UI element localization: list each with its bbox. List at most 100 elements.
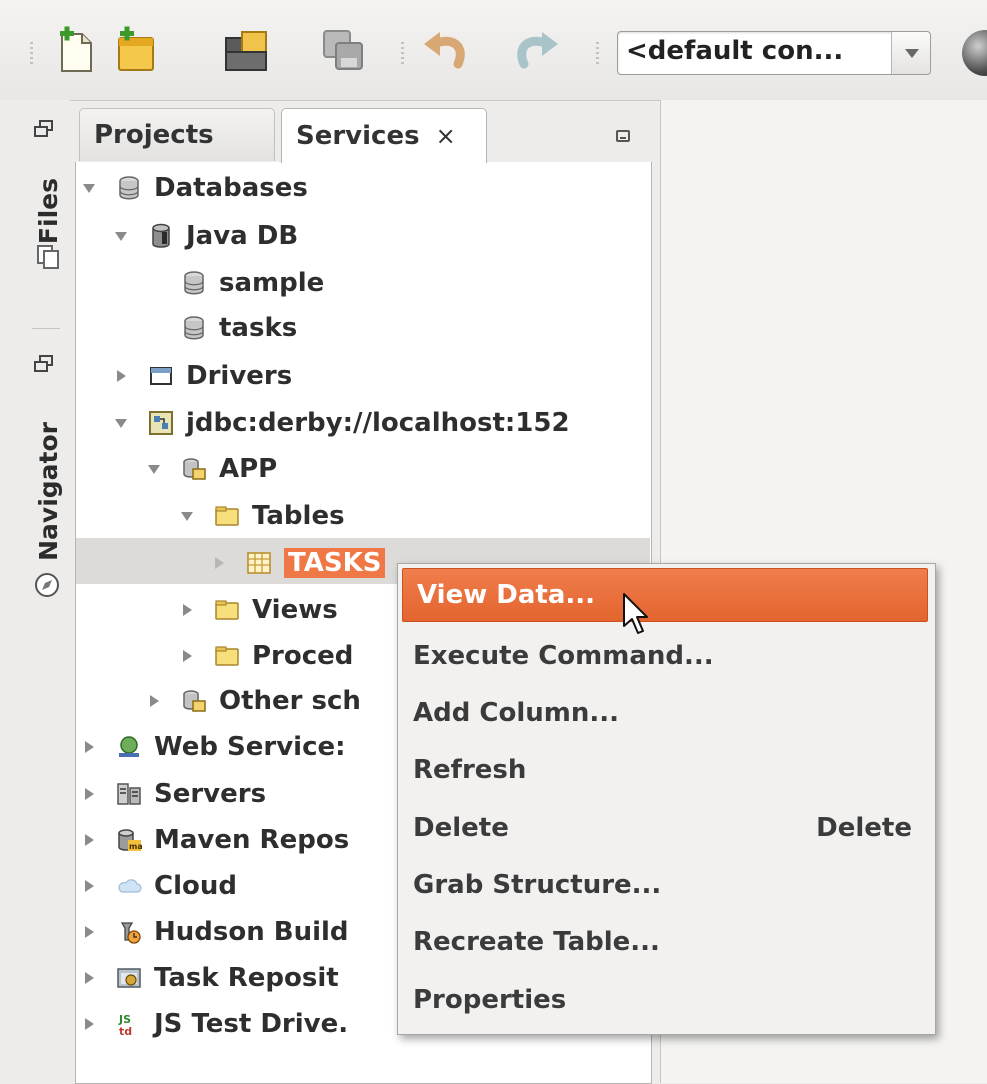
toolbar-grip[interactable] bbox=[596, 42, 599, 64]
main-toolbar: <default con... bbox=[0, 0, 987, 101]
menu-item-label: Execute Command... bbox=[413, 641, 714, 671]
restore-window-icon[interactable] bbox=[34, 120, 54, 138]
files-tab[interactable]: Files bbox=[34, 178, 63, 245]
expand-toggle[interactable] bbox=[114, 229, 128, 243]
tree-node-drivers[interactable]: Drivers bbox=[114, 353, 292, 399]
new-file-button[interactable] bbox=[50, 26, 100, 76]
tree-node-other-schemas[interactable]: Other sch bbox=[147, 678, 361, 724]
tree-node-label: Views bbox=[252, 595, 338, 625]
menu-item-add-column[interactable]: Add Column... bbox=[399, 684, 932, 742]
navigator-tab[interactable]: Navigator bbox=[34, 422, 63, 561]
tree-node-jdbc-connection[interactable]: jdbc:derby://localhost:152 bbox=[114, 400, 570, 446]
tab-services[interactable]: Services × bbox=[281, 108, 487, 163]
menu-item-label: View Data... bbox=[417, 580, 596, 610]
expand-toggle[interactable] bbox=[82, 787, 96, 801]
menu-item-label: Refresh bbox=[413, 755, 527, 785]
compass-icon bbox=[35, 573, 59, 597]
tree-node-views[interactable]: Views bbox=[180, 587, 338, 633]
new-project-button[interactable] bbox=[110, 26, 160, 76]
tree-node-web-services[interactable]: Web Service: bbox=[82, 724, 346, 770]
expand-toggle[interactable] bbox=[82, 833, 96, 847]
files-icon bbox=[37, 245, 59, 269]
expand-toggle[interactable] bbox=[212, 556, 226, 570]
tree-node-tables[interactable]: Tables bbox=[180, 493, 345, 539]
files-tab-label: Files bbox=[34, 178, 63, 245]
tree-node-tasks-table[interactable]: TASKS bbox=[212, 540, 386, 586]
expand-toggle[interactable] bbox=[114, 416, 128, 430]
expand-toggle[interactable] bbox=[82, 925, 96, 939]
chevron-down-icon[interactable] bbox=[891, 32, 930, 74]
undo-button[interactable] bbox=[420, 26, 470, 76]
menu-item-refresh[interactable]: Refresh bbox=[399, 741, 932, 799]
folder-icon bbox=[215, 646, 239, 666]
tree-node-label: Servers bbox=[154, 779, 267, 809]
tree-node-maven-repos[interactable]: ma Maven Repos bbox=[82, 817, 349, 863]
configuration-value: <default con... bbox=[626, 36, 844, 66]
tree-node-label: Proced bbox=[252, 641, 354, 671]
expand-toggle[interactable] bbox=[180, 649, 194, 663]
expand-toggle[interactable] bbox=[82, 1017, 96, 1031]
tree-node-sample[interactable]: sample bbox=[147, 260, 324, 306]
tree-node-servers[interactable]: Servers bbox=[82, 771, 266, 817]
expand-toggle[interactable] bbox=[114, 369, 128, 383]
expand-toggle[interactable] bbox=[82, 181, 96, 195]
expand-toggle[interactable] bbox=[82, 879, 96, 893]
restore-window-icon[interactable] bbox=[34, 355, 54, 373]
schema-icon bbox=[183, 458, 206, 480]
expand-toggle[interactable] bbox=[147, 462, 161, 476]
menu-item-execute-command[interactable]: Execute Command... bbox=[399, 627, 932, 685]
tree-node-js-test-driver[interactable]: JS td JS Test Drive. bbox=[82, 1001, 348, 1047]
tree-node-label: APP bbox=[219, 454, 278, 484]
tree-node-label-selected: TASKS bbox=[284, 548, 386, 578]
expand-toggle[interactable] bbox=[180, 509, 194, 523]
redo-button[interactable] bbox=[512, 26, 562, 76]
tree-node-tasks-db[interactable]: tasks bbox=[147, 305, 297, 351]
new-project-icon bbox=[118, 26, 154, 71]
menu-item-view-data[interactable]: View Data... bbox=[402, 568, 928, 622]
menu-item-grab-structure[interactable]: Grab Structure... bbox=[399, 856, 932, 914]
servers-icon bbox=[117, 783, 141, 805]
tree-node-label: jdbc:derby://localhost:152 bbox=[186, 408, 570, 438]
tab-projects[interactable]: Projects bbox=[79, 108, 275, 161]
folder-icon bbox=[215, 506, 239, 526]
task-repository-icon bbox=[117, 968, 141, 988]
new-file-icon bbox=[60, 26, 92, 72]
database-icon bbox=[119, 176, 139, 200]
database-icon bbox=[184, 316, 204, 340]
expand-toggle[interactable] bbox=[180, 603, 194, 617]
toolbar-grip[interactable] bbox=[401, 42, 404, 64]
menu-item-recreate-table[interactable]: Recreate Table... bbox=[399, 913, 932, 971]
context-menu: View Data... Execute Command... Add Colu… bbox=[397, 563, 936, 1035]
svg-text:td: td bbox=[119, 1025, 132, 1037]
menu-item-properties[interactable]: Properties bbox=[399, 971, 932, 1029]
toolbar-grip[interactable] bbox=[30, 42, 33, 64]
tree-node-task-repositories[interactable]: Task Reposit bbox=[82, 955, 339, 1001]
save-all-button[interactable] bbox=[318, 26, 368, 76]
open-project-button[interactable] bbox=[222, 26, 272, 76]
tree-node-procedures[interactable]: Proced bbox=[180, 633, 353, 679]
tree-node-label: JS Test Drive. bbox=[154, 1009, 349, 1039]
menu-item-delete[interactable]: Delete Delete bbox=[399, 799, 932, 857]
configuration-combobox[interactable]: <default con... bbox=[617, 31, 931, 75]
tree-node-app-schema[interactable]: APP bbox=[147, 446, 277, 492]
tree-node-label: Other sch bbox=[219, 686, 361, 716]
undo-icon bbox=[424, 32, 465, 69]
tree-node-label: Drivers bbox=[186, 361, 293, 391]
tree-node-databases[interactable]: Databases bbox=[82, 165, 308, 211]
menu-item-label: Delete bbox=[413, 813, 509, 843]
close-icon[interactable]: × bbox=[436, 122, 456, 150]
globe-icon[interactable] bbox=[962, 30, 987, 76]
menu-item-shortcut: Delete bbox=[816, 813, 912, 843]
tree-node-label: Maven Repos bbox=[154, 825, 350, 855]
tree-node-label: Java DB bbox=[186, 221, 299, 251]
tree-node-cloud[interactable]: Cloud bbox=[82, 863, 237, 909]
tree-node-label: Tables bbox=[252, 501, 345, 531]
expand-toggle[interactable] bbox=[82, 971, 96, 985]
panel-tab-bar: Projects Services × bbox=[75, 108, 652, 163]
expand-toggle[interactable] bbox=[147, 694, 161, 708]
tree-node-java-db[interactable]: Java DB bbox=[114, 213, 298, 259]
expand-toggle[interactable] bbox=[82, 740, 96, 754]
tree-node-hudson-builders[interactable]: Hudson Build bbox=[82, 909, 349, 955]
tree-node-label: Web Service: bbox=[154, 732, 346, 762]
minimize-panel-icon[interactable] bbox=[616, 130, 630, 142]
